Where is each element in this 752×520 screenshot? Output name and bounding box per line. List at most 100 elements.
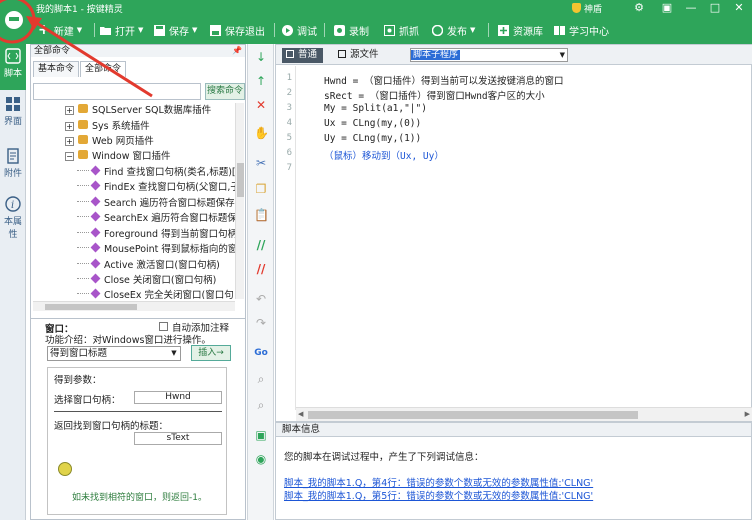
tree-item[interactable]: CloseEx 完全关闭窗口(窗口句 [77, 288, 234, 299]
nav-item-properties[interactable]: i 本属性 [0, 192, 26, 240]
code-line[interactable]: My = Split(a1,"|") [324, 103, 427, 114]
plus-icon: + [38, 22, 50, 38]
expand-icon[interactable]: + [65, 137, 74, 146]
nav-item-attachment[interactable]: 附件 [0, 144, 26, 190]
scrollbar-thumb[interactable] [45, 304, 137, 310]
subroutine-select[interactable]: 脚本子程序 ▼ [410, 48, 568, 62]
function-select[interactable]: 得到窗口标题 ▼ [47, 346, 181, 361]
tree-item[interactable]: + SQLServer SQL数据库插件 [65, 103, 211, 118]
toolbar-divider [274, 23, 275, 37]
debug-button[interactable]: 调试 [282, 23, 317, 38]
error-link[interactable]: 脚本_我的脚本1.Q，第5行：错误的参数个数或无效的参数属性值:'CLNG' [284, 488, 593, 502]
param1-label: 选择窗口句柄： [54, 395, 121, 406]
redo-icon[interactable]: ↷ [254, 316, 268, 330]
tree-item[interactable]: Find 查找窗口句柄(类名,标题)[ [77, 165, 236, 180]
tab-normal-label: 普通 [298, 49, 318, 60]
find-icon[interactable]: ⌕ [254, 372, 268, 386]
tree-item-label: Sys 系统插件 [92, 121, 150, 132]
tree-item[interactable]: Close 关闭窗口(窗口句柄) [77, 273, 216, 288]
editor-horizontal-scrollbar[interactable]: ◀ ▶ [296, 407, 752, 421]
resource-button[interactable]: 资源库 [498, 23, 543, 38]
arrow-down-icon[interactable]: ↓ [254, 50, 268, 64]
tree-vertical-scrollbar[interactable] [235, 103, 244, 299]
pin-icon[interactable]: 📌 [232, 45, 242, 57]
tree-item[interactable]: + Web 网页插件 [65, 134, 154, 149]
scrollbar-thumb[interactable] [237, 163, 244, 197]
settings-icon[interactable]: ⚙ [632, 1, 646, 14]
tree-item[interactable]: SearchEx 遍历符合窗口标题保 [77, 211, 237, 226]
divider [54, 411, 222, 412]
learn-button[interactable]: 学习中心 [554, 23, 609, 38]
tab-source[interactable]: 源文件 [334, 48, 385, 63]
tree-item[interactable]: − Window 窗口插件 [65, 149, 170, 164]
tree-item[interactable]: MousePoint 得到鼠标指向的窗 [77, 242, 237, 257]
publish-button[interactable]: 发布 ▼ [431, 23, 475, 38]
insert-button[interactable]: 插入→ [191, 345, 231, 361]
command-icon [90, 180, 101, 191]
new-button[interactable]: + 新建 ▼ [38, 22, 82, 38]
tab-normal[interactable]: 普通 [282, 48, 324, 63]
close-icon[interactable]: ✕ [732, 1, 746, 14]
scroll-left-icon[interactable]: ◀ [298, 410, 303, 418]
auto-comment-checkbox[interactable] [159, 322, 168, 331]
uncomment-icon[interactable]: // [254, 262, 268, 276]
param1-input[interactable]: Hwnd [134, 391, 222, 404]
save-button[interactable]: 保存 ▼ [154, 23, 198, 38]
user-badge[interactable]: 神盾 [572, 2, 602, 15]
resource-label: 资源库 [513, 26, 543, 38]
command-search-input[interactable] [33, 83, 201, 100]
tree-horizontal-scrollbar[interactable] [33, 301, 235, 311]
tab-all-commands[interactable]: 全部命令 [80, 61, 127, 77]
nav-item-script[interactable]: 脚本 [0, 44, 26, 90]
tree-item[interactable]: Search 遍历符合窗口标题保存 [77, 196, 235, 211]
param2-input[interactable]: sText [134, 432, 222, 445]
error-link[interactable]: 脚本_我的脚本1.Q，第4行：错误的参数个数或无效的参数属性值:'CLNG' [284, 475, 593, 489]
code-line[interactable]: Uy = CLng(my,(1)) [324, 133, 421, 144]
comment-icon[interactable]: // [254, 238, 268, 252]
command-icon [90, 196, 101, 207]
replace-icon[interactable]: ⌕ [254, 398, 268, 412]
tree-item[interactable]: FindEx 查找窗口句柄(父窗口,子 [77, 180, 237, 195]
nav-item-ui[interactable]: 界面 [0, 92, 26, 138]
delete-icon[interactable]: ✕ [254, 98, 268, 112]
save-exit-button[interactable]: 保存退出 [210, 23, 265, 38]
skin-icon[interactable]: ▣ [660, 1, 674, 14]
expand-icon[interactable]: + [65, 122, 74, 131]
save-label: 保存 [169, 26, 189, 38]
screenshot-icon[interactable]: ▣ [254, 428, 268, 442]
tree-item[interactable]: Foreground 得到当前窗口句柄 [77, 227, 237, 242]
code-line[interactable]: Ux = CLng(my,(0)) [324, 118, 421, 129]
code-line[interactable]: （鼠标）移动到（Ux, Uy） [324, 148, 444, 162]
chevron-down-icon: ▼ [559, 51, 565, 59]
paste-icon[interactable]: 📋 [254, 208, 269, 222]
tree-item[interactable]: + Sys 系统插件 [65, 119, 150, 134]
hand-icon[interactable]: ✋ [254, 126, 269, 140]
chevron-down-icon: ▼ [192, 26, 198, 34]
params-title: 得到参数： [54, 375, 102, 386]
copy-icon[interactable]: ❐ [254, 182, 268, 196]
goto-icon[interactable]: Go [254, 346, 268, 360]
minimize-icon[interactable]: — [684, 1, 698, 14]
command-search-row: 搜索命令 [33, 83, 245, 101]
scroll-right-icon[interactable]: ▶ [745, 410, 750, 418]
tree-connector [77, 216, 89, 217]
expand-icon[interactable]: + [65, 106, 74, 115]
record-button[interactable]: 录制 [334, 23, 369, 38]
cut-icon[interactable]: ✂ [254, 156, 268, 170]
tab-basic-commands[interactable]: 基本命令 [33, 61, 80, 77]
code-line[interactable]: Hwnd = （窗口插件）得到当前可以发送按键消息的窗口 [324, 73, 564, 87]
warning-icon [58, 462, 72, 476]
scrollbar-thumb[interactable] [308, 411, 638, 419]
open-label: 打开 [115, 26, 135, 38]
undo-icon[interactable]: ↶ [254, 292, 268, 306]
arrow-up-icon[interactable]: ↑ [254, 74, 268, 88]
eye-icon[interactable]: ◉ [254, 452, 268, 466]
code-line[interactable]: sRect = （窗口插件）得到窗口Hwnd客户区的大小 [324, 88, 545, 102]
tree-item-label: SearchEx 遍历符合窗口标题保 [104, 213, 237, 224]
open-button[interactable]: 打开 ▼ [100, 23, 143, 38]
search-command-button[interactable]: 搜索命令 [205, 83, 245, 100]
maximize-icon[interactable]: □ [708, 1, 722, 14]
collapse-icon[interactable]: − [65, 152, 74, 161]
tree-item[interactable]: Active 激活窗口(窗口句柄) [77, 258, 220, 273]
capture-button[interactable]: 抓抓 [384, 23, 419, 38]
